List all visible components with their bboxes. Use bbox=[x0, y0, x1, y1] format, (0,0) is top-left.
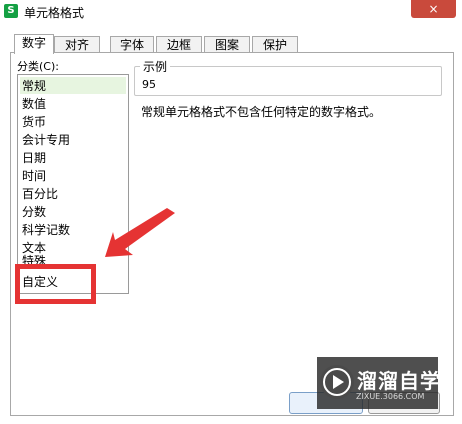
watermark-domain: ZIXUE.3066.COM bbox=[356, 392, 425, 401]
watermark-brand: 溜溜自学 bbox=[357, 369, 441, 393]
watermark-logo-icon bbox=[320, 365, 354, 399]
tab-number[interactable]: 数字 bbox=[14, 34, 54, 54]
